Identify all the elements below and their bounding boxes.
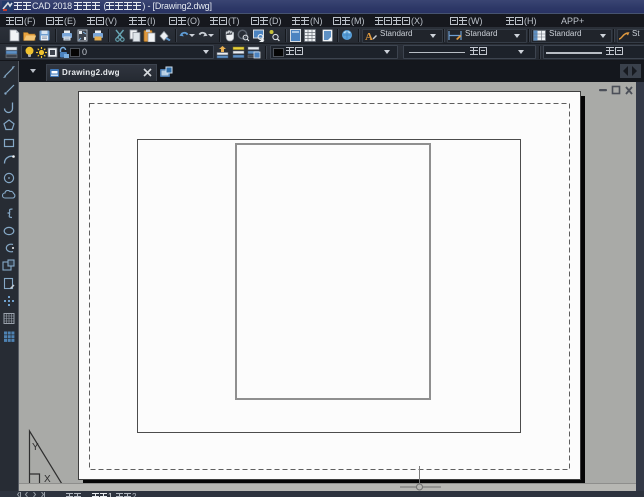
svg-text:A: A bbox=[365, 31, 373, 42]
svg-text:Y: Y bbox=[32, 442, 39, 453]
